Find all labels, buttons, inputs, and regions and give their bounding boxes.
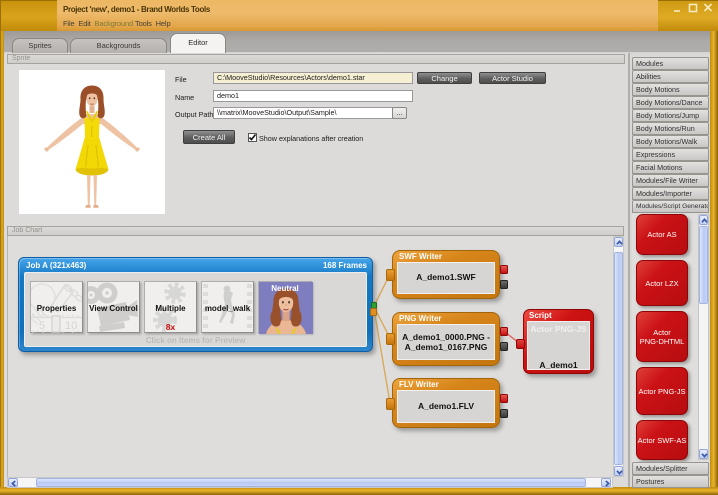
svg-text:10: 10 xyxy=(65,320,77,332)
svg-text:5: 5 xyxy=(39,320,45,332)
